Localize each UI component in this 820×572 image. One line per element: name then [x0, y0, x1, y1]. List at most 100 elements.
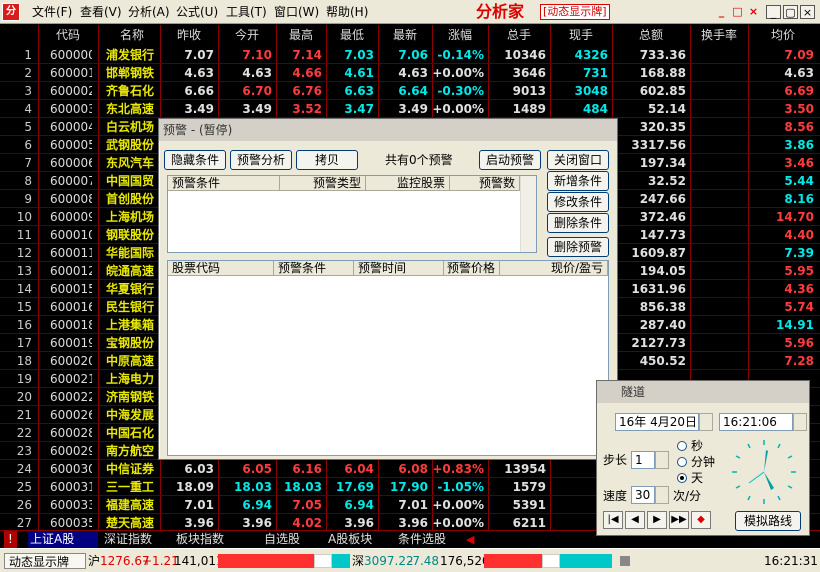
speed-spinner[interactable] [655, 486, 669, 504]
date-spinner[interactable] [699, 413, 713, 431]
col-prev-close[interactable]: 昨收 [160, 25, 218, 45]
col-amount[interactable]: 总额 [612, 25, 690, 45]
prev-icon[interactable]: ◀ [625, 511, 645, 529]
table-row[interactable]: 4 600003 东北高速 3.49 3.49 3.52 3.47 3.49 +0.00% 148… [0, 100, 820, 118]
close-window-button[interactable]: 关闭窗口 [547, 150, 609, 170]
delete-condition-button[interactable]: 删除条件 [547, 213, 609, 233]
col-alert-condition[interactable]: 预警条件 [168, 176, 280, 191]
analog-clock-icon [732, 440, 796, 504]
alert-list[interactable]: 股票代码 预警条件 预警时间 预警价格 现价/盈亏 [167, 260, 609, 456]
table-row[interactable]: 1 600000 浦发银行 7.07 7.10 7.14 7.03 7.06 -0.14% 103… [0, 46, 820, 64]
fast-forward-icon[interactable]: ▶▶ [669, 511, 689, 529]
col-alert-price[interactable]: 预警价格 [444, 261, 500, 276]
table-row[interactable]: 2 600001 邯郸钢铁 4.63 4.63 4.66 4.61 4.63 +0.00% 364… [0, 64, 820, 82]
table-row[interactable]: 3 600002 齐鲁石化 6.66 6.70 6.76 6.63 6.64 -0.30% 901… [0, 82, 820, 100]
start-alert-button[interactable]: 启动预警 [479, 150, 541, 170]
hide-conditions-button[interactable]: 隐藏条件 [164, 150, 226, 170]
copy-button[interactable]: 拷贝 [296, 150, 358, 170]
unit-second-radio[interactable] [677, 441, 687, 451]
alert-analysis-button[interactable]: 预警分析 [230, 150, 292, 170]
cell-avg-price: 5.95 [784, 264, 814, 278]
mini-close-icon[interactable]: × [746, 5, 761, 19]
col-price-pnl[interactable]: 现价/盈亏 [500, 261, 608, 276]
col-turnover[interactable]: 换手率 [690, 25, 748, 45]
time-field[interactable]: 16:21:06 [719, 413, 793, 431]
cell-high: 4.66 [292, 66, 322, 80]
tab-shenzhen-index[interactable]: 深证指数 [102, 531, 168, 548]
col-name[interactable]: 名称 [104, 25, 160, 45]
app-logo-icon[interactable]: 分 [2, 3, 20, 21]
cell-change-pct: -0.14% [437, 48, 484, 62]
simulation-dialog-title[interactable]: 隧道 [597, 381, 809, 403]
cell-last: 7.06 [398, 48, 428, 62]
col-volume[interactable]: 总手 [488, 25, 550, 45]
sz-index-amount: 176,520 [440, 554, 490, 568]
play-icon[interactable]: ▶ [647, 511, 667, 529]
table-header: 代码 名称 昨收 今开 最高 最低 最新 涨幅 总手 现手 总额 换手率 均价 [0, 25, 820, 45]
alert-dialog-title[interactable]: 预警 - (暂停) [159, 119, 617, 141]
col-stock-code[interactable]: 股票代码 [168, 261, 274, 276]
cell-code: 600008 [50, 192, 92, 206]
date-field[interactable]: 16年 4月20日 [615, 413, 699, 431]
col-condition[interactable]: 预警条件 [274, 261, 354, 276]
tab-sector-index[interactable]: 板块指数 [174, 531, 240, 548]
menu-file[interactable]: 文件(F) [32, 0, 72, 24]
col-low[interactable]: 最低 [326, 25, 378, 45]
tab-scroll-left-icon[interactable]: ◀ [466, 531, 474, 548]
condition-list-scrollbar[interactable] [520, 176, 536, 252]
cell-amount: 450.52 [639, 354, 686, 368]
menu-tools[interactable]: 工具(T) [226, 0, 267, 24]
cell-name: 华能国际 [106, 246, 155, 260]
unit-minute-radio[interactable] [677, 457, 687, 467]
restore-icon[interactable]: ▢ [783, 5, 798, 19]
col-code[interactable]: 代码 [40, 25, 96, 45]
info-icon[interactable]: ! [4, 531, 17, 548]
col-alert-time[interactable]: 预警时间 [354, 261, 444, 276]
dynamic-board-label[interactable]: 动态显示牌 [4, 553, 86, 569]
col-current-vol[interactable]: 现手 [550, 25, 612, 45]
simulate-button[interactable]: 模拟路线 [735, 511, 801, 531]
col-avg-price[interactable]: 均价 [748, 25, 818, 45]
cell-open: 4.63 [242, 66, 272, 80]
edit-condition-button[interactable]: 修改条件 [547, 192, 609, 212]
col-index[interactable] [0, 25, 36, 45]
mini-restore-icon[interactable]: □ [730, 5, 745, 19]
col-monitored-stock[interactable]: 监控股票 [366, 176, 450, 191]
time-spinner[interactable] [793, 413, 807, 431]
menu-formula[interactable]: 公式(U) [176, 0, 218, 24]
cell-amount: 194.05 [639, 264, 686, 278]
tab-condition-select[interactable]: 条件选股 [396, 531, 462, 548]
col-alert-count[interactable]: 预警数 [450, 176, 520, 191]
minimize-icon[interactable]: _ [766, 5, 781, 19]
first-icon[interactable]: |◀ [603, 511, 623, 529]
mini-minimize-icon[interactable]: _ [714, 5, 729, 19]
step-spinner[interactable] [655, 451, 669, 469]
cell-index: 10 [16, 210, 32, 224]
cell-open: 6.70 [242, 84, 272, 98]
condition-list[interactable]: 预警条件 预警类型 监控股票 预警数 [167, 175, 537, 253]
cell-change-pct: +0.00% [432, 498, 484, 512]
delete-alert-button[interactable]: 删除预警 [547, 237, 609, 257]
menu-analyze[interactable]: 分析(A) [128, 0, 170, 24]
close-icon[interactable]: × [800, 5, 815, 19]
tab-watchlist[interactable]: 自选股 [262, 531, 318, 548]
cell-name: 武钢股份 [106, 138, 155, 152]
col-open[interactable]: 今开 [218, 25, 276, 45]
speed-field[interactable]: 30 [631, 486, 655, 504]
menu-help[interactable]: 帮助(H) [326, 0, 368, 24]
col-alert-type[interactable]: 预警类型 [280, 176, 366, 191]
menu-view[interactable]: 查看(V) [80, 0, 122, 24]
col-high[interactable]: 最高 [276, 25, 326, 45]
col-last[interactable]: 最新 [378, 25, 432, 45]
unit-day-radio[interactable] [677, 473, 687, 483]
cell-code: 600010 [50, 228, 92, 242]
record-icon[interactable]: ◆ [691, 511, 711, 529]
add-condition-button[interactable]: 新增条件 [547, 171, 609, 191]
tab-a-share-sector[interactable]: A股板块 [326, 531, 392, 548]
cell-index: 6 [24, 138, 32, 152]
tab-shanghai-a[interactable]: 上证A股 [28, 531, 98, 548]
col-change-pct[interactable]: 涨幅 [432, 25, 488, 45]
menu-window[interactable]: 窗口(W) [274, 0, 319, 24]
cell-code: 600011 [50, 246, 92, 260]
step-field[interactable]: 1 [631, 451, 655, 469]
